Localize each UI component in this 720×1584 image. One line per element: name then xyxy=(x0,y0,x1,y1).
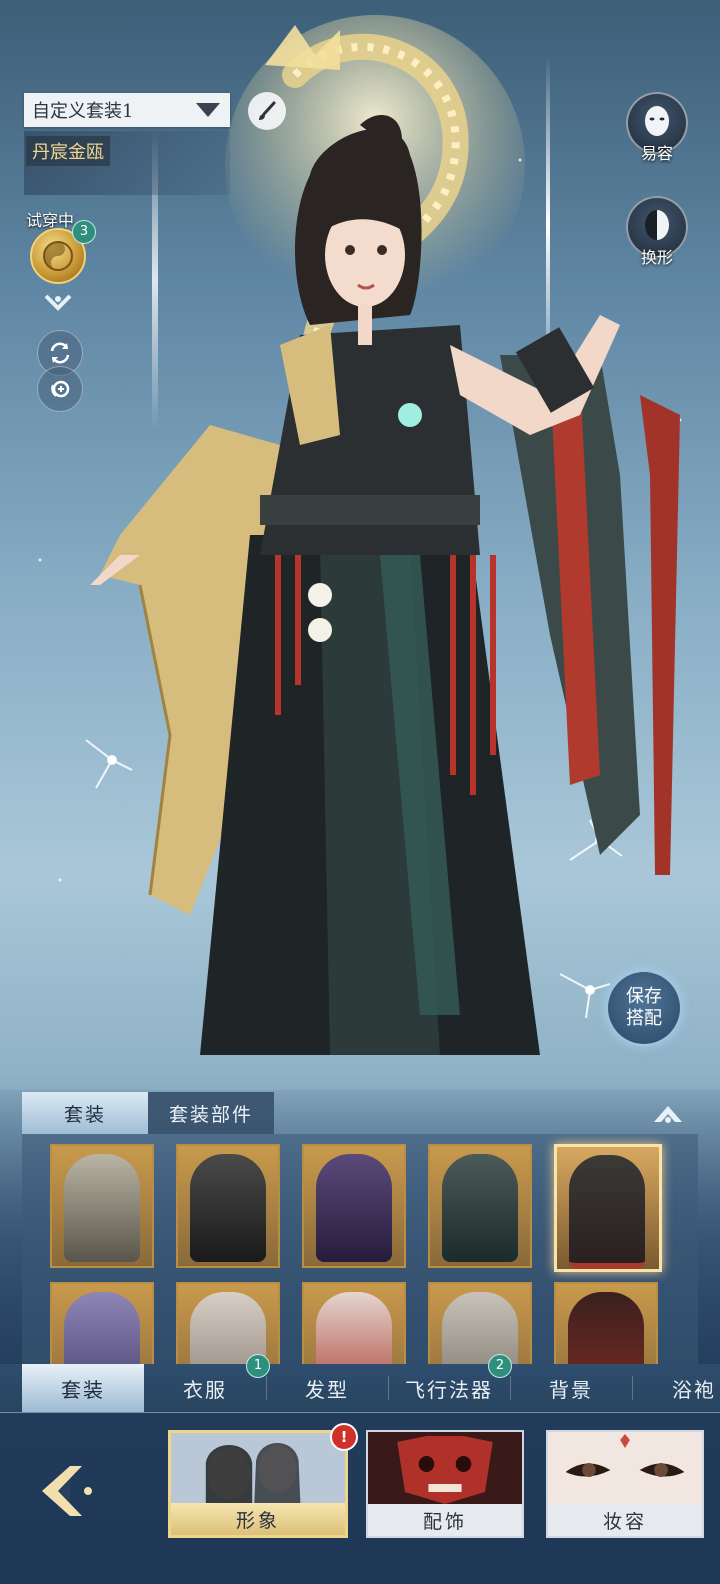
refresh-icon xyxy=(50,342,70,364)
expand-chevron-icon[interactable] xyxy=(42,290,74,314)
demon-mask-icon xyxy=(368,1432,522,1506)
transform-button[interactable]: 换形 xyxy=(626,196,688,268)
outfit-tile[interactable] xyxy=(302,1144,406,1268)
nav-appearance[interactable]: 形象 xyxy=(168,1430,348,1538)
outfit-tile[interactable] xyxy=(428,1282,532,1364)
wardrobe-subtabs: 套装 套装部件 xyxy=(22,1092,274,1134)
flying-artifact-badge: 2 xyxy=(488,1354,512,1378)
collapse-panel-icon[interactable] xyxy=(650,1100,686,1126)
outfit-tile[interactable] xyxy=(50,1282,154,1364)
save-outfit-button[interactable]: 保存 搭配 xyxy=(606,970,682,1046)
outfit-tile[interactable] xyxy=(50,1144,154,1268)
chevron-down-icon xyxy=(196,103,220,117)
subtab-full-set[interactable]: 套装 xyxy=(22,1092,148,1134)
outfit-tile[interactable] xyxy=(176,1144,280,1268)
nav-accessories-label: 配饰 xyxy=(368,1504,522,1536)
tab-sets[interactable]: 套装 xyxy=(22,1364,144,1412)
outfit-tile[interactable] xyxy=(176,1282,280,1364)
zoom-in-button[interactable] xyxy=(37,366,83,412)
outfit-preset-label: 自定义套装1 xyxy=(32,101,134,122)
outfit-tile[interactable] xyxy=(554,1282,658,1364)
tab-bathrobe[interactable]: 浴袍 xyxy=(632,1364,720,1412)
save-line-2: 搭配 xyxy=(626,1008,662,1029)
trying-on-label: 试穿中 xyxy=(26,211,75,230)
outfit-tile[interactable] xyxy=(302,1282,406,1364)
outfit-tile-selected[interactable] xyxy=(554,1144,662,1272)
outfit-tile[interactable] xyxy=(428,1144,532,1268)
zoom-in-icon xyxy=(51,380,70,398)
nav-appearance-label: 形象 xyxy=(171,1503,345,1535)
back-arrow-icon[interactable] xyxy=(30,1458,96,1524)
outfit-preset-dropdown[interactable]: 自定义套装1 xyxy=(24,93,230,127)
outfit-grid xyxy=(22,1134,698,1364)
tab-hairstyle[interactable]: 发型 xyxy=(266,1364,388,1412)
eyes-makeup-icon xyxy=(548,1432,702,1506)
character-model xyxy=(90,115,680,1055)
rename-brush-button[interactable] xyxy=(248,92,286,130)
tab-background[interactable]: 背景 xyxy=(510,1364,632,1412)
brush-icon xyxy=(259,101,276,120)
appearance-portrait xyxy=(171,1433,345,1507)
trying-on-count-badge: 3 xyxy=(72,220,96,244)
nav-makeup[interactable]: 妆容 xyxy=(546,1430,704,1538)
save-line-1: 保存 xyxy=(626,986,662,1007)
transform-label: 换形 xyxy=(640,248,673,267)
nav-makeup-label: 妆容 xyxy=(548,1504,702,1536)
nav-accessories[interactable]: 配饰 xyxy=(366,1430,524,1538)
face-edit-button[interactable]: 易容 xyxy=(626,92,688,164)
outfit-name: 丹宸金瓯 xyxy=(26,136,110,166)
alert-badge: ! xyxy=(330,1423,358,1451)
face-edit-label: 易容 xyxy=(640,144,673,163)
subtab-set-parts[interactable]: 套装部件 xyxy=(148,1092,274,1134)
category-tab-bar: 套装 衣服 发型 飞行法器 背景 浴袍 xyxy=(0,1364,720,1413)
clothes-badge: 1 xyxy=(246,1354,270,1378)
